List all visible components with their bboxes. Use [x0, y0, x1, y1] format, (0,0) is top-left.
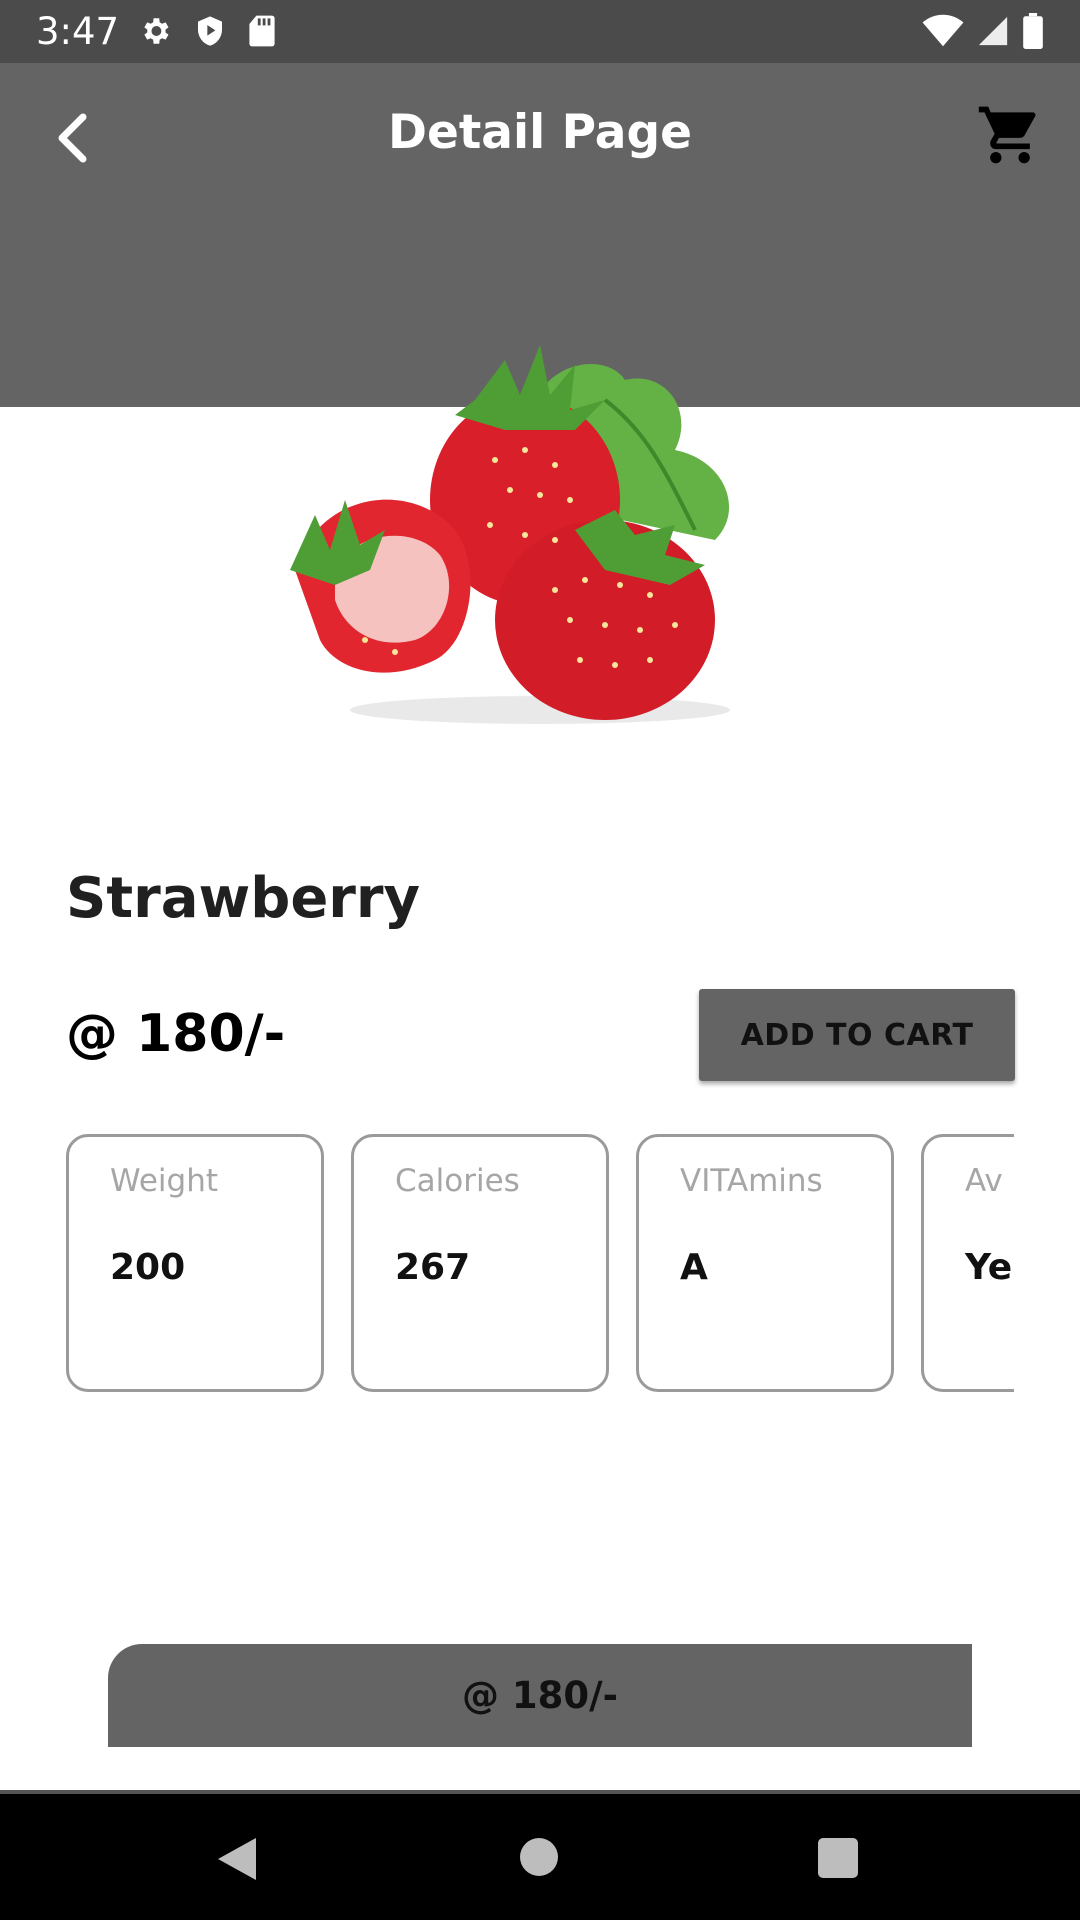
status-bar: 3:47: [0, 0, 1080, 63]
attribute-label: Av: [965, 1163, 1003, 1199]
attributes-list: Weight 200 Calories 267 VITAmins A Av Ye: [66, 1134, 1014, 1392]
attribute-label: VITAmins: [680, 1163, 823, 1199]
attribute-label: Calories: [395, 1163, 520, 1199]
status-icons-right: [922, 13, 1044, 49]
status-time: 3:47: [36, 10, 120, 53]
attribute-value: A: [680, 1247, 708, 1288]
sd-card-icon: [249, 15, 275, 47]
attribute-card-calories[interactable]: Calories 267: [351, 1134, 609, 1392]
shield-play-icon: [198, 16, 222, 46]
wifi-icon: [922, 14, 964, 47]
signal-icon: [978, 16, 1008, 46]
gear-icon: [144, 18, 169, 44]
product-name: Strawberry: [66, 866, 421, 931]
attributes-scroller[interactable]: Weight 200 Calories 267 VITAmins A Av Ye: [66, 1134, 1014, 1396]
add-to-cart-button[interactable]: ADD TO CART: [699, 989, 1015, 1081]
shopping-cart-icon: [978, 106, 1036, 164]
nav-recents-icon[interactable]: [818, 1838, 858, 1878]
product-image: [290, 345, 730, 724]
attribute-value: 267: [395, 1247, 471, 1288]
attribute-value: 200: [110, 1247, 186, 1288]
battery-icon: [1023, 13, 1043, 49]
system-nav-bar: [0, 1790, 1080, 1920]
cart-button[interactable]: [976, 101, 1044, 169]
attribute-card-weight[interactable]: Weight 200: [66, 1134, 324, 1392]
bottom-price-bar[interactable]: @ 180/-: [108, 1644, 972, 1747]
attribute-label: Weight: [110, 1163, 219, 1199]
product-price: @ 180/-: [66, 1004, 286, 1064]
status-icons-left: [138, 13, 276, 49]
attribute-value: Ye: [965, 1247, 1013, 1288]
nav-back-icon[interactable]: [216, 1836, 258, 1882]
attribute-card-availability[interactable]: Av Ye: [921, 1134, 1014, 1392]
page-title: Detail Page: [387, 105, 693, 160]
attribute-card-vitamins[interactable]: VITAmins A: [636, 1134, 894, 1392]
nav-home-icon[interactable]: [520, 1838, 558, 1876]
